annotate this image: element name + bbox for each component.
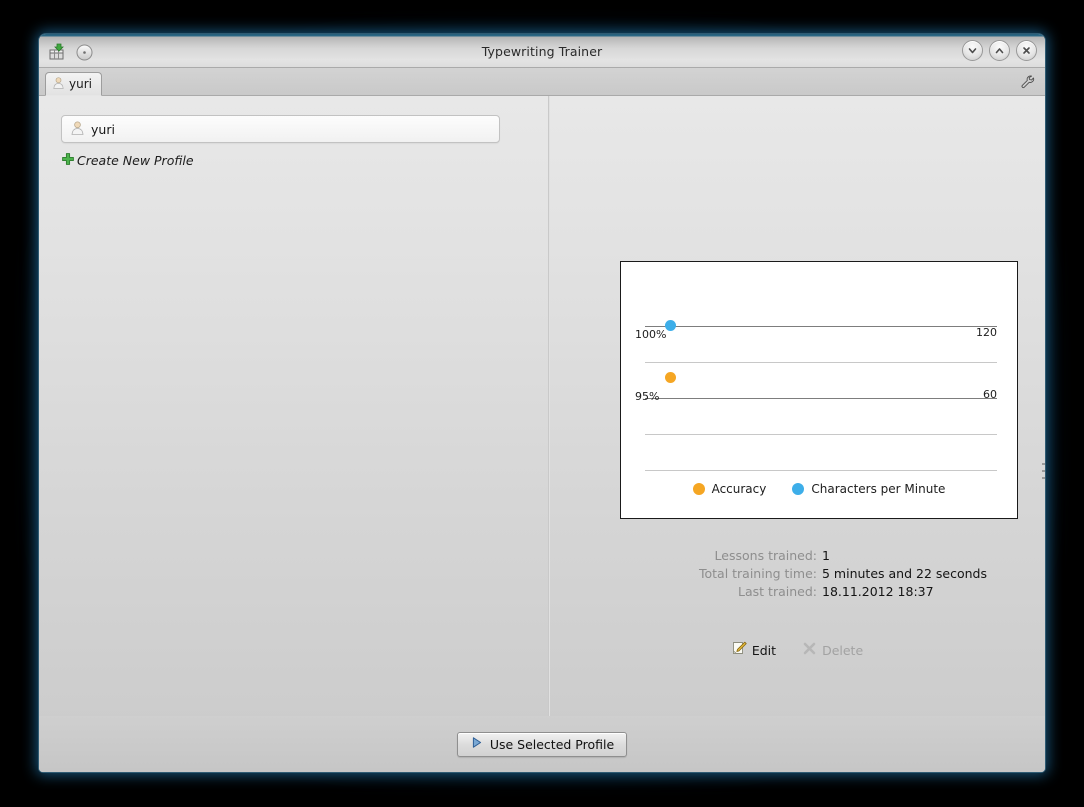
install-app-icon[interactable] (46, 42, 67, 63)
left-axis-tick-100: 100% (635, 328, 667, 341)
data-point-cpm (665, 320, 676, 331)
tab-label: yuri (69, 77, 92, 91)
play-triangle-icon (470, 736, 483, 752)
main-content: yuri Create New Profile 100% 95% 120 60 … (39, 96, 1045, 772)
stat-label-last-trained: Last trained: (738, 584, 817, 599)
footer-bar: Use Selected Profile (39, 716, 1045, 772)
delete-x-icon (802, 641, 817, 659)
legend-swatch-accuracy (692, 483, 705, 495)
legend-label-cpm: Characters per Minute (811, 482, 946, 496)
application-window: Typewriting Trainer yuri yuri Create New… (39, 34, 1045, 772)
user-avatar-icon (52, 76, 65, 92)
gridline-5 (645, 470, 997, 471)
gridline-2 (645, 362, 997, 363)
about-circle-icon[interactable] (74, 42, 95, 63)
stat-label-lessons: Lessons trained: (714, 548, 817, 563)
left-axis-tick-95: 95% (635, 390, 660, 403)
profile-actions: Edit Delete (550, 641, 1045, 659)
stat-row-last-trained: Last trained: 18.11.2012 18:37 (550, 584, 1045, 599)
stat-row-training-time: Total training time: 5 minutes and 22 se… (550, 566, 1045, 581)
create-new-profile-label: Create New Profile (77, 153, 194, 168)
gridline-3 (645, 398, 997, 399)
delete-profile-button: Delete (802, 641, 863, 659)
maximize-button[interactable] (989, 40, 1010, 61)
stat-value-lessons: 1 (822, 548, 830, 563)
list-item[interactable]: yuri (61, 115, 500, 143)
profiles-pane: yuri Create New Profile (39, 96, 548, 716)
pencil-edit-icon (732, 641, 747, 659)
titlebar: Typewriting Trainer (39, 34, 1045, 68)
minimize-button[interactable] (962, 40, 983, 61)
chart-legend: Accuracy Characters per Minute (621, 482, 1017, 496)
create-new-profile-button[interactable]: Create New Profile (61, 152, 194, 169)
window-controls (962, 40, 1037, 61)
profile-list: yuri (61, 115, 500, 143)
stat-label-training-time: Total training time: (698, 566, 817, 581)
legend-label-accuracy: Accuracy (711, 482, 767, 496)
right-axis-tick-60: 60 (983, 388, 997, 401)
edit-profile-button[interactable]: Edit (732, 641, 776, 659)
right-axis-tick-120: 120 (976, 326, 997, 339)
legend-swatch-cpm (792, 483, 805, 495)
tab-yuri[interactable]: yuri (45, 72, 102, 96)
plus-icon (61, 152, 75, 169)
stat-value-last-trained: 18.11.2012 18:37 (822, 584, 934, 599)
legend-item-accuracy: Accuracy (692, 482, 767, 496)
statistics-chart: 100% 95% 120 60 Accuracy Characters per … (620, 261, 1018, 519)
profile-details-pane: 100% 95% 120 60 Accuracy Characters per … (550, 96, 1045, 716)
stat-value-training-time: 5 minutes and 22 seconds (822, 566, 987, 581)
profile-name: yuri (91, 121, 115, 137)
data-point-accuracy (665, 372, 676, 383)
use-selected-profile-label: Use Selected Profile (489, 736, 615, 752)
gridline-top (645, 326, 997, 327)
use-selected-profile-button[interactable]: Use Selected Profile (456, 731, 628, 757)
gridline-4 (645, 434, 997, 435)
window-title: Typewriting Trainer (481, 44, 603, 59)
profile-statistics: Lessons trained: 1 Total training time: … (550, 548, 1045, 599)
delete-profile-label: Delete (822, 642, 864, 658)
user-avatar-icon (70, 120, 85, 138)
chart-plot-area: 100% 95% 120 60 Accuracy Characters per … (621, 262, 1017, 518)
stat-row-lessons: Lessons trained: 1 (550, 548, 1045, 563)
tabbar: yuri (39, 68, 1045, 96)
close-button[interactable] (1016, 40, 1037, 61)
edit-profile-label: Edit (751, 642, 777, 658)
configure-wrench-icon[interactable] (1017, 71, 1039, 92)
legend-item-cpm: Characters per Minute (792, 482, 945, 496)
